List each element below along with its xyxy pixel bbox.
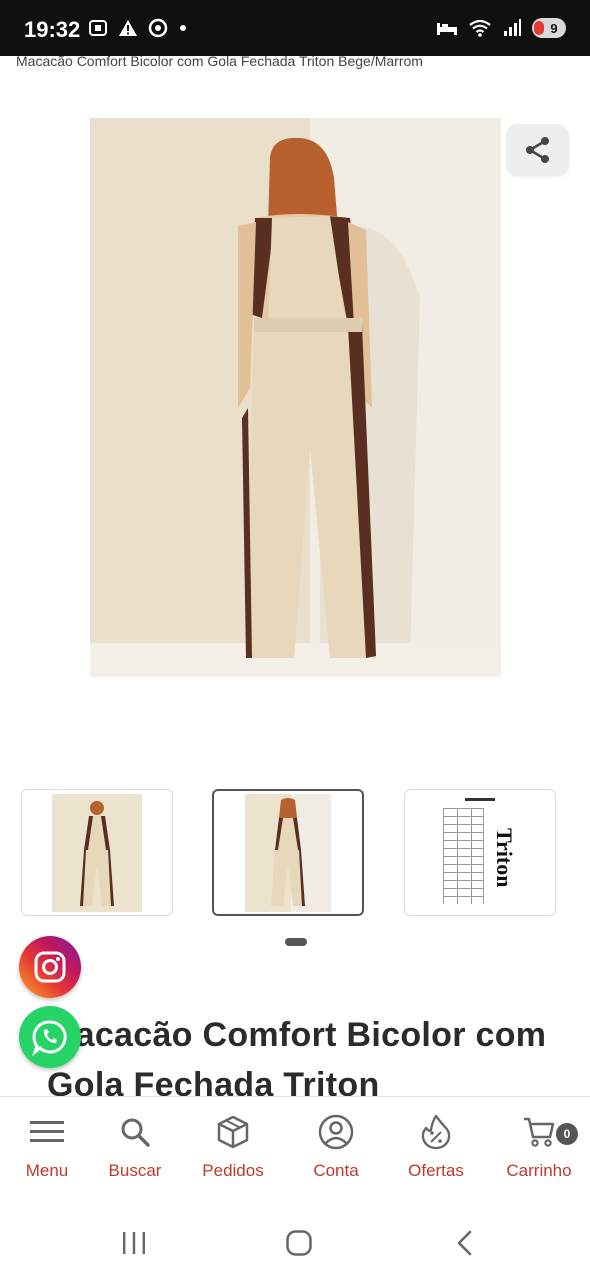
product-title: Macacão Comfort Bicolor com Gola Fechada…	[47, 1016, 547, 1100]
nav-search[interactable]: Buscar	[100, 1097, 170, 1201]
gallery-pager-indicator	[285, 938, 307, 946]
recent-apps-icon	[123, 1232, 145, 1254]
product-photo-back-view	[90, 118, 501, 677]
status-bar: 19:32 9	[0, 0, 590, 56]
home-icon	[286, 1230, 312, 1256]
recent-apps-button[interactable]	[114, 1226, 154, 1260]
nav-offers[interactable]: Ofertas	[400, 1097, 472, 1201]
cart-count-badge: 0	[556, 1123, 578, 1145]
instagram-button[interactable]	[19, 936, 81, 998]
nav-cart[interactable]: 0 Carrinho	[498, 1097, 580, 1201]
status-system-icons: 9	[436, 18, 566, 38]
wifi-icon	[469, 19, 491, 37]
search-icon	[119, 1113, 151, 1151]
share-button[interactable]	[506, 124, 569, 176]
nav-account-label: Conta	[313, 1161, 359, 1180]
size-chart-image: Triton	[435, 793, 525, 912]
nav-account[interactable]: Conta	[300, 1097, 372, 1201]
thumbnail-size-chart[interactable]: Triton	[404, 789, 556, 916]
back-icon	[457, 1230, 472, 1256]
nav-orders-label: Pedidos	[202, 1161, 264, 1180]
brand-logo: Triton	[492, 828, 517, 887]
box-icon	[216, 1113, 250, 1151]
nav-menu-label: Menu	[25, 1161, 69, 1180]
warning-icon	[119, 20, 137, 36]
bottom-navigation: Menu Buscar Pedidos Conta Ofertas 0 Carr…	[0, 1096, 590, 1200]
whatsapp-button[interactable]	[19, 1006, 81, 1068]
hamburger-icon	[29, 1113, 65, 1151]
thumbnail-front-view[interactable]	[21, 789, 173, 916]
status-notification-icons	[88, 18, 188, 38]
whatsapp-icon	[32, 1020, 67, 1056]
product-main-image[interactable]	[90, 118, 501, 677]
battery-icon: 9	[532, 18, 566, 38]
nav-menu[interactable]: Menu	[12, 1097, 82, 1201]
thumbnail-back-photo	[245, 793, 331, 912]
breadcrumb-product-title: Macacão Comfort Bicolor com Gola Fechada…	[16, 53, 423, 69]
system-navigation-bar	[0, 1200, 590, 1280]
status-time: 19:32	[24, 17, 81, 42]
user-icon	[318, 1113, 354, 1151]
instagram-icon	[34, 951, 66, 983]
home-button[interactable]	[279, 1226, 319, 1260]
discount-flame-icon	[420, 1113, 452, 1151]
nav-orders[interactable]: Pedidos	[193, 1097, 273, 1201]
chrome-icon	[148, 18, 168, 38]
nav-offers-label: Ofertas	[408, 1161, 464, 1180]
screenshot-icon	[89, 20, 107, 36]
back-button[interactable]	[444, 1226, 484, 1260]
thumbnail-back-view[interactable]	[212, 789, 364, 916]
signal-icon	[504, 19, 521, 36]
bed-icon	[437, 23, 457, 35]
dot-icon	[180, 25, 186, 31]
nav-cart-label: Carrinho	[506, 1161, 572, 1180]
cart-icon: 0	[522, 1113, 578, 1151]
thumbnail-front-photo	[52, 793, 142, 912]
share-icon	[525, 137, 549, 163]
battery-level: 9	[550, 20, 558, 36]
nav-search-label: Buscar	[108, 1161, 162, 1180]
